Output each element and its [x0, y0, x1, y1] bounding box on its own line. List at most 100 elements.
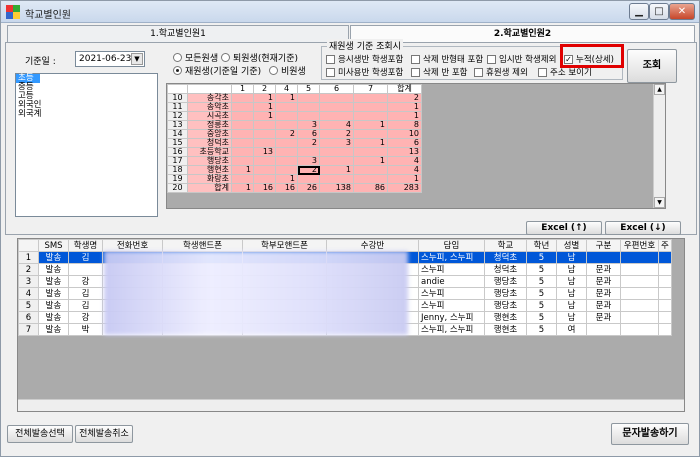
table-cell[interactable]: 5: [526, 287, 557, 300]
count-cell[interactable]: [231, 111, 254, 121]
radio-withdrawn[interactable]: 퇴원생(현재기준): [221, 51, 298, 64]
table-cell[interactable]: [658, 323, 672, 336]
count-cell[interactable]: 13: [253, 147, 276, 157]
check-deleted-class[interactable]: 삭제 반 포함: [411, 66, 468, 78]
count-cell[interactable]: [231, 120, 254, 130]
close-button[interactable]: ✕: [669, 3, 695, 20]
count-cell[interactable]: [353, 93, 388, 103]
count-cell[interactable]: [353, 165, 388, 175]
count-cell[interactable]: 86: [353, 183, 388, 193]
radio-enrolled[interactable]: 재원생(기준일 기준): [173, 64, 261, 77]
table-cell[interactable]: 남: [556, 299, 587, 312]
scroll-up-icon[interactable]: ▲: [654, 84, 665, 95]
tab-school-count-1[interactable]: 1.학교별인원1: [7, 25, 349, 43]
table-cell[interactable]: 스누피, 스누피: [418, 251, 485, 264]
vertical-scrollbar[interactable]: ▲ ▼: [653, 84, 665, 208]
chevron-down-icon[interactable]: ▼: [131, 53, 143, 65]
count-cell[interactable]: [231, 138, 254, 148]
count-cell[interactable]: 3: [319, 138, 354, 148]
school-count-grid[interactable]: 1 2 4 5 6 7 합계 10 송각초 1 1 2 11 송악초 1 1 12 시곡초 1 1 13 정릉초 3 4 1 8 1…: [166, 83, 666, 209]
scroll-down-icon[interactable]: ▼: [654, 197, 665, 208]
table-cell[interactable]: Jenny, 스누피: [418, 311, 485, 324]
table-cell[interactable]: 발송: [38, 251, 69, 264]
table-cell[interactable]: 5: [526, 263, 557, 276]
table-cell[interactable]: 5: [526, 275, 557, 288]
table-cell[interactable]: [620, 275, 659, 288]
table-cell[interactable]: 행당초: [484, 287, 527, 300]
column-header[interactable]: 학교: [484, 239, 527, 252]
check-exclude-leave[interactable]: 휴원생 제외: [474, 66, 528, 78]
table-cell[interactable]: [620, 299, 659, 312]
table-cell[interactable]: 행당초: [484, 275, 527, 288]
table-cell[interactable]: 발송: [38, 287, 69, 300]
radio-all-students[interactable]: 모든원생: [173, 51, 218, 64]
table-cell[interactable]: 5: [526, 251, 557, 264]
column-header[interactable]: 우편번호: [620, 239, 659, 252]
date-picker[interactable]: 2021-06-23 ▼: [75, 51, 145, 67]
table-cell[interactable]: 스누피, 스누피: [418, 323, 485, 336]
column-header[interactable]: SMS: [38, 239, 69, 252]
table-cell[interactable]: 스누피: [418, 299, 485, 312]
count-cell[interactable]: 16: [253, 183, 276, 193]
count-cell[interactable]: [297, 93, 320, 103]
count-cell[interactable]: 2: [297, 165, 320, 175]
count-cell[interactable]: [319, 147, 354, 157]
count-cell[interactable]: [297, 102, 320, 112]
column-header[interactable]: 학년: [526, 239, 557, 252]
table-cell[interactable]: [620, 311, 659, 324]
school-name[interactable]: 합계: [187, 183, 232, 193]
row-number[interactable]: 3: [18, 275, 39, 288]
count-cell[interactable]: 26: [297, 183, 320, 193]
count-cell[interactable]: [319, 93, 354, 103]
table-cell[interactable]: andie: [418, 275, 485, 288]
table-cell[interactable]: 여: [556, 323, 587, 336]
excel-up-button[interactable]: Excel (↑): [526, 221, 602, 235]
count-cell[interactable]: [275, 111, 298, 121]
count-cell[interactable]: [231, 102, 254, 112]
count-cell[interactable]: [275, 156, 298, 166]
radio-non-member[interactable]: 비원생: [269, 64, 306, 77]
table-cell[interactable]: [658, 251, 672, 264]
list-item[interactable]: 외국계: [16, 110, 157, 119]
table-cell[interactable]: 청덕초: [484, 263, 527, 276]
table-cell[interactable]: [620, 287, 659, 300]
table-cell[interactable]: 남: [556, 263, 587, 276]
count-cell[interactable]: 283: [387, 183, 422, 193]
table-cell[interactable]: 5: [526, 311, 557, 324]
table-row[interactable]: 10 송각초 1 1 2: [167, 93, 422, 103]
count-cell[interactable]: [275, 102, 298, 112]
column-header[interactable]: [18, 239, 39, 252]
horizontal-scrollbar[interactable]: [18, 399, 684, 411]
table-row[interactable]: 20 합계 1 16 16 26 138 86 283: [167, 183, 422, 193]
table-cell[interactable]: [586, 323, 621, 336]
student-grid[interactable]: SMS 학생명 전화번호 학생핸드폰 학부모핸드폰 수강반 담임 학교 학년 성별 구분 우편번호 주 1…: [17, 238, 685, 412]
table-cell[interactable]: 남: [556, 311, 587, 324]
table-cell[interactable]: 5: [526, 323, 557, 336]
table-cell[interactable]: [658, 299, 672, 312]
maximize-button[interactable]: □: [649, 3, 669, 20]
table-cell[interactable]: 발송: [38, 299, 69, 312]
table-cell[interactable]: [658, 275, 672, 288]
table-cell[interactable]: 문과: [586, 263, 621, 276]
table-cell[interactable]: 스누피: [418, 263, 485, 276]
table-cell[interactable]: 남: [556, 275, 587, 288]
check-exam-class[interactable]: 응시생반 학생포함: [326, 53, 403, 65]
count-cell[interactable]: 1: [231, 165, 254, 175]
column-header[interactable]: 담임: [418, 239, 485, 252]
count-cell[interactable]: 1: [231, 183, 254, 193]
count-cell[interactable]: 1: [253, 111, 276, 121]
row-number[interactable]: 6: [18, 311, 39, 324]
table-cell[interactable]: 남: [556, 287, 587, 300]
table-cell[interactable]: 김: [68, 287, 103, 300]
count-cell[interactable]: [353, 102, 388, 112]
table-row[interactable]: 17 행당초 3 1 4: [167, 156, 422, 166]
table-cell[interactable]: 문과: [586, 287, 621, 300]
table-cell[interactable]: 발송: [38, 323, 69, 336]
table-cell[interactable]: 김: [68, 251, 103, 264]
table-cell[interactable]: [658, 263, 672, 276]
table-cell[interactable]: 김: [68, 299, 103, 312]
table-cell[interactable]: 발송: [38, 263, 69, 276]
send-sms-button[interactable]: 문자발송하기: [611, 423, 689, 445]
count-cell[interactable]: [231, 147, 254, 157]
table-cell[interactable]: [68, 263, 103, 276]
